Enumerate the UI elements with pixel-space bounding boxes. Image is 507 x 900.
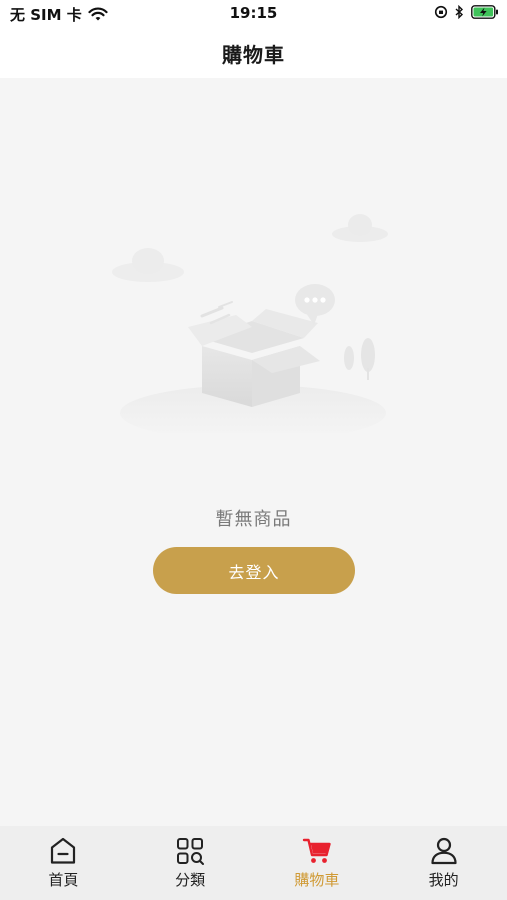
- user-icon: [431, 837, 457, 865]
- empty-box-icon: [112, 214, 388, 433]
- category-search-icon: [177, 838, 205, 865]
- bottom-tab-bar: 首頁 分類 購物車 我的: [0, 826, 507, 900]
- status-time: 19:15: [229, 4, 278, 22]
- cart-icon: [302, 838, 331, 863]
- battery-charging-icon: [471, 5, 498, 19]
- bluetooth-icon: [455, 5, 464, 19]
- orientation-lock-icon: [434, 5, 448, 19]
- tab-profile[interactable]: 我的: [380, 826, 507, 900]
- home-icon: [51, 837, 76, 864]
- tab-cart[interactable]: 購物車: [254, 826, 381, 900]
- status-bar: 无 SIM 卡 19:15: [0, 0, 507, 28]
- cart-screen: 无 SIM 卡 19:15 購物車 暫無商品 去登入 首頁 分類 購物車 我的: [0, 0, 507, 900]
- tab-home-label: 首頁: [48, 871, 79, 889]
- page-title: 購物車: [222, 42, 285, 67]
- tab-category[interactable]: 分類: [127, 826, 254, 900]
- tab-home[interactable]: 首頁: [0, 826, 127, 900]
- tab-cart-label: 購物車: [294, 871, 340, 889]
- tab-profile-label: 我的: [428, 871, 459, 889]
- tab-category-label: 分類: [175, 871, 206, 889]
- login-button[interactable]: 去登入: [153, 547, 355, 594]
- empty-cart-message: 暫無商品: [215, 509, 292, 530]
- cart-content: 暫無商品 去登入: [0, 78, 507, 826]
- navigation-bar: 購物車: [0, 28, 507, 78]
- status-right: [434, 5, 499, 19]
